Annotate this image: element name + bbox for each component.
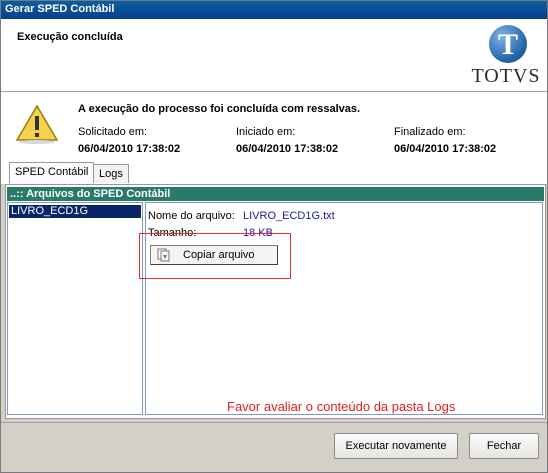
tab-logs[interactable]: Logs xyxy=(93,164,129,183)
logs-note: Favor avaliar o conteúdo da pasta Logs xyxy=(227,399,456,414)
title-bar[interactable]: Gerar SPED Contábil xyxy=(1,1,547,19)
started-info: Iniciado em: 06/04/2010 17:38:02 xyxy=(236,126,338,155)
totvs-logo: T TOTVS xyxy=(471,25,541,87)
started-label: Iniciado em: xyxy=(236,126,296,138)
sped-panel: ..:: Arquivos do SPED Contábil LIVRO_ECD… xyxy=(5,184,546,419)
tabs: SPED Contábil Logs xyxy=(1,160,547,184)
logo-t-icon: T xyxy=(497,28,518,61)
started-value: 06/04/2010 17:38:02 xyxy=(236,143,339,155)
requested-label: Solicitado em: xyxy=(78,126,148,138)
finished-label: Finalizado em: xyxy=(394,126,466,138)
window-title: Gerar SPED Contábil xyxy=(5,3,115,15)
finished-value: 06/04/2010 17:38:02 xyxy=(394,143,497,155)
list-item[interactable]: LIVRO_ECD1G xyxy=(9,205,141,218)
footer-divider xyxy=(1,422,547,423)
file-list[interactable]: LIVRO_ECD1G xyxy=(7,202,143,415)
file-name-label: Nome do arquivo: xyxy=(148,210,235,222)
info-section: A execução do processo foi concluída com… xyxy=(1,92,547,160)
close-button[interactable]: Fechar xyxy=(469,433,539,459)
file-name-value: LIVRO_ECD1G.txt xyxy=(243,210,335,222)
logo-brand: TOTVS xyxy=(471,65,541,87)
tab-sped-contabil[interactable]: SPED Contábil xyxy=(9,162,95,183)
status-message: A execução do processo foi concluída com… xyxy=(78,103,361,115)
header: Execução concluída T TOTVS xyxy=(1,19,547,92)
panel-title: ..:: Arquivos do SPED Contábil xyxy=(7,187,544,201)
finished-info: Finalizado em: 06/04/2010 17:38:02 xyxy=(394,126,496,155)
requested-info: Solicitado em: 06/04/2010 17:38:02 xyxy=(78,126,180,155)
requested-value: 06/04/2010 17:38:02 xyxy=(78,143,181,155)
run-again-button[interactable]: Executar novamente xyxy=(334,433,458,459)
warning-icon xyxy=(15,104,59,144)
main-window: Gerar SPED Contábil Execução concluída T… xyxy=(0,0,548,473)
header-subtitle: Execução concluída xyxy=(17,31,123,43)
highlight-box xyxy=(139,233,291,279)
